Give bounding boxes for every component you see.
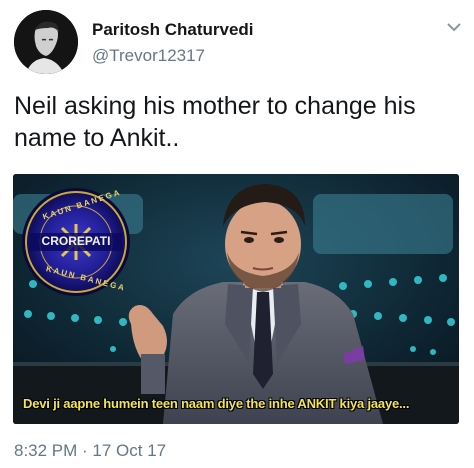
tweet-text-line-1: Neil asking his mother to change his — [14, 92, 416, 120]
display-name[interactable]: Paritosh Chaturvedi — [92, 20, 254, 40]
kbc-logo-main-text: CROREPATI — [41, 234, 111, 248]
tweet-text: Neil asking his mother to change his nam… — [14, 90, 464, 154]
meme-caption: Devi ji aapne humein teen naam diye the … — [23, 396, 410, 411]
media-scene — [13, 174, 459, 424]
chevron-down-icon[interactable] — [446, 20, 462, 32]
avatar[interactable] — [14, 10, 78, 74]
tweet-text-line-2: name to Ankit.. — [14, 124, 180, 152]
avatar-portrait-icon — [14, 10, 78, 74]
user-handle[interactable]: @Trevor12317 — [92, 46, 205, 66]
tweet-media-image[interactable]: KAUN BANEGA CROREPATI KAUN BANEGA Devi j… — [13, 174, 459, 424]
tweet-timestamp[interactable]: 8:32 PM · 17 Oct 17 — [14, 441, 166, 461]
